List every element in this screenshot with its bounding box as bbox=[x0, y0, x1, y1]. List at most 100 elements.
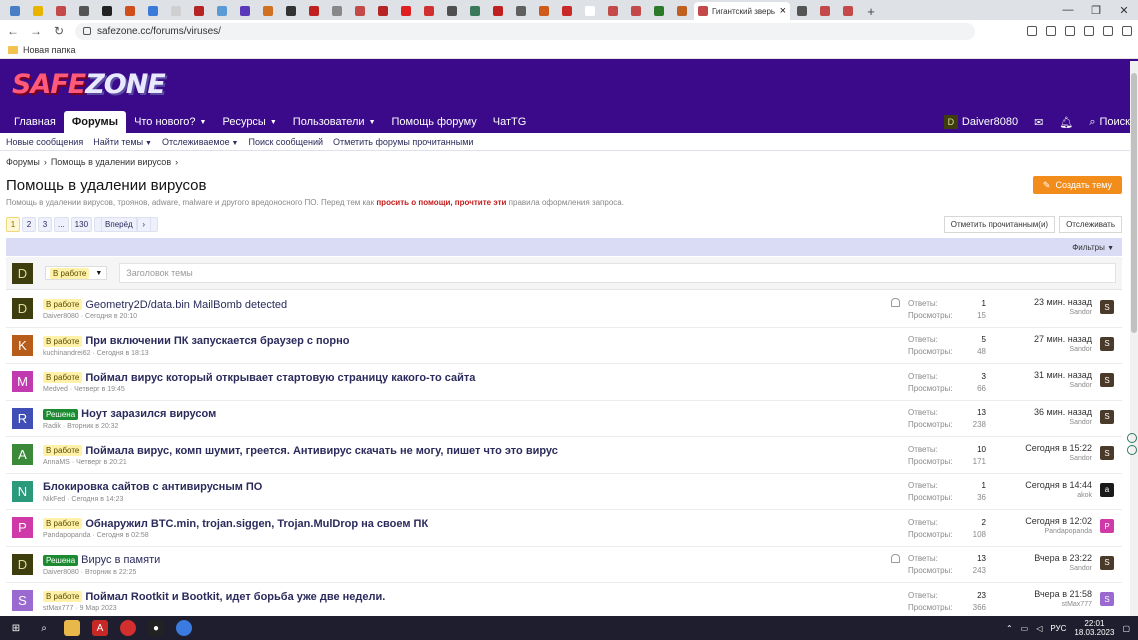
thread-title-link[interactable]: При включении ПК запускается браузер с п… bbox=[85, 335, 349, 347]
last-post-user[interactable]: Sandor bbox=[1034, 565, 1092, 572]
minimize-icon[interactable]: — bbox=[1054, 4, 1082, 16]
status-badge[interactable]: Решена bbox=[43, 554, 79, 566]
browser-tab[interactable] bbox=[119, 2, 141, 20]
status-badge[interactable]: В работе bbox=[43, 591, 83, 603]
thread-author[interactable]: Daiver8080 bbox=[43, 569, 79, 576]
scrollbar-thumb[interactable] bbox=[1131, 73, 1137, 333]
last-post-user[interactable]: stMax777 bbox=[1034, 601, 1092, 608]
avatar[interactable]: M bbox=[12, 371, 33, 393]
avatar[interactable]: R bbox=[12, 407, 33, 429]
browser-tab[interactable] bbox=[257, 2, 279, 20]
browser-tab[interactable] bbox=[602, 2, 624, 20]
network-icon[interactable]: ▭ bbox=[1021, 624, 1029, 633]
mark-read-button[interactable]: Отметить прочитанным(и) bbox=[943, 216, 1056, 233]
last-post-user[interactable]: Sandor bbox=[1034, 309, 1092, 316]
app-icon[interactable]: ● bbox=[148, 620, 164, 636]
last-poster-avatar[interactable]: S bbox=[1100, 592, 1114, 606]
nav-item-1[interactable]: Форумы bbox=[63, 111, 127, 133]
thread-date[interactable]: Вторник в 20:32 bbox=[67, 423, 118, 430]
browser-tab-active[interactable]: Гигантский зверь Арса... × bbox=[694, 2, 790, 20]
last-post-user[interactable]: akok bbox=[1025, 492, 1092, 499]
browser-tab[interactable] bbox=[556, 2, 578, 20]
thread-date[interactable]: Четверг в 20:21 bbox=[76, 459, 127, 466]
app-icon[interactable]: A bbox=[92, 620, 108, 636]
thread-author[interactable]: NikFed bbox=[43, 496, 65, 503]
extension-icon[interactable] bbox=[1065, 26, 1075, 36]
extension-icon[interactable] bbox=[1046, 26, 1056, 36]
filters-button[interactable]: Фильтры ▼ bbox=[1072, 243, 1114, 252]
language-indicator[interactable]: РУС bbox=[1050, 624, 1066, 633]
browser-tab[interactable] bbox=[165, 2, 187, 20]
subnav-item-0[interactable]: Новые сообщения bbox=[6, 137, 83, 147]
last-poster-avatar[interactable]: S bbox=[1100, 336, 1114, 351]
thread-title-link[interactable]: Geometry2D/data.bin MailBomb detected bbox=[85, 299, 287, 311]
browser-tab[interactable] bbox=[671, 2, 693, 20]
page-link[interactable]: 130 bbox=[70, 217, 93, 232]
new-tab-button[interactable]: + bbox=[860, 2, 882, 20]
file-explorer-icon[interactable] bbox=[64, 620, 80, 636]
nav-item-3[interactable]: Ресурсы ▼ bbox=[214, 111, 284, 133]
extension-icon[interactable] bbox=[1127, 433, 1137, 443]
thread-title-link[interactable]: Поймал Rootkit и Bootkit, идет борьба уж… bbox=[85, 591, 385, 603]
last-post-user[interactable]: Sandor bbox=[1034, 346, 1092, 353]
tab-close-icon[interactable]: × bbox=[780, 5, 786, 17]
reload-icon[interactable]: ↻ bbox=[52, 24, 66, 38]
volume-icon[interactable]: ◁ bbox=[1036, 624, 1042, 633]
browser-tab[interactable] bbox=[234, 2, 256, 20]
bookmark-folder[interactable]: Новая папка bbox=[23, 45, 75, 55]
browser-tab[interactable] bbox=[814, 2, 836, 20]
thread-author[interactable]: kuchinandrei62 bbox=[43, 350, 90, 357]
thread-author[interactable]: Medved bbox=[43, 386, 68, 393]
browser-tab[interactable] bbox=[418, 2, 440, 20]
lock-icon[interactable] bbox=[83, 27, 91, 35]
extension-icon[interactable] bbox=[1127, 445, 1137, 455]
subnav-item-4[interactable]: Отметить форумы прочитанными bbox=[333, 137, 473, 147]
last-poster-avatar[interactable]: S bbox=[1100, 446, 1114, 460]
last-post-user[interactable]: Sandor bbox=[1025, 455, 1092, 462]
subnav-item-3[interactable]: Поиск сообщений bbox=[248, 137, 323, 147]
menu-icon[interactable] bbox=[1122, 26, 1132, 36]
breadcrumb-item[interactable]: Помощь в удалении вирусов bbox=[51, 157, 171, 167]
browser-tab[interactable] bbox=[791, 2, 813, 20]
thread-date[interactable]: Сегодня в 02:58 bbox=[97, 532, 149, 539]
maximize-icon[interactable]: ❐ bbox=[1082, 4, 1110, 17]
avatar[interactable]: P bbox=[12, 517, 33, 539]
browser-tab[interactable] bbox=[303, 2, 325, 20]
browser-tab[interactable] bbox=[142, 2, 164, 20]
browser-tab[interactable] bbox=[372, 2, 394, 20]
thread-author[interactable]: stMax777 bbox=[43, 605, 73, 612]
page-link[interactable]: 1 bbox=[6, 217, 20, 232]
opera-icon[interactable] bbox=[120, 620, 136, 636]
thread-date[interactable]: Четверг в 19:45 bbox=[74, 386, 125, 393]
thread-author[interactable]: AnnaMS bbox=[43, 459, 70, 466]
last-post-user[interactable]: Sandor bbox=[1034, 382, 1092, 389]
last-poster-avatar[interactable]: S bbox=[1100, 409, 1114, 424]
thread-title-link[interactable]: Ноут заразился вирусом bbox=[81, 408, 216, 420]
nav-item-0[interactable]: Главная bbox=[6, 111, 64, 133]
thread-author[interactable]: Daiver8080 bbox=[43, 313, 79, 320]
last-poster-avatar[interactable]: S bbox=[1100, 300, 1114, 314]
prefix-select[interactable]: В работе ▼ bbox=[45, 266, 108, 280]
thread-date[interactable]: Сегодня в 18:13 bbox=[97, 350, 149, 357]
back-icon[interactable]: ← bbox=[6, 24, 20, 38]
subnav-item-2[interactable]: Отслеживаемое ▼ bbox=[162, 137, 239, 147]
last-post-time[interactable]: 27 мин. назад bbox=[1034, 334, 1092, 346]
avatar[interactable]: S bbox=[12, 590, 33, 612]
last-post-time[interactable]: Сегодня в 12:02 bbox=[1025, 516, 1092, 528]
last-poster-avatar[interactable]: P bbox=[1100, 519, 1114, 533]
tray-chevron-icon[interactable]: ⌃ bbox=[1006, 624, 1013, 633]
last-post-user[interactable]: Sandor bbox=[1034, 419, 1092, 426]
status-badge[interactable]: Решена bbox=[43, 408, 79, 420]
avatar[interactable]: K bbox=[12, 334, 33, 356]
last-post-user[interactable]: Pandapopanda bbox=[1025, 528, 1093, 535]
page-link[interactable]: 2 bbox=[22, 217, 36, 232]
search-icon[interactable]: ⌕ bbox=[36, 620, 52, 636]
inbox-icon[interactable]: ✉ bbox=[1026, 111, 1051, 133]
browser-tab[interactable] bbox=[837, 2, 859, 20]
browser-tab[interactable] bbox=[211, 2, 233, 20]
nav-item-6[interactable]: ЧатTG bbox=[485, 111, 535, 133]
thread-author[interactable]: Pandapopanda bbox=[43, 532, 91, 539]
thread-title-link[interactable]: Вирус в памяти bbox=[81, 554, 160, 566]
nav-item-2[interactable]: Что нового? ▼ bbox=[126, 111, 214, 133]
browser-tab[interactable] bbox=[395, 2, 417, 20]
